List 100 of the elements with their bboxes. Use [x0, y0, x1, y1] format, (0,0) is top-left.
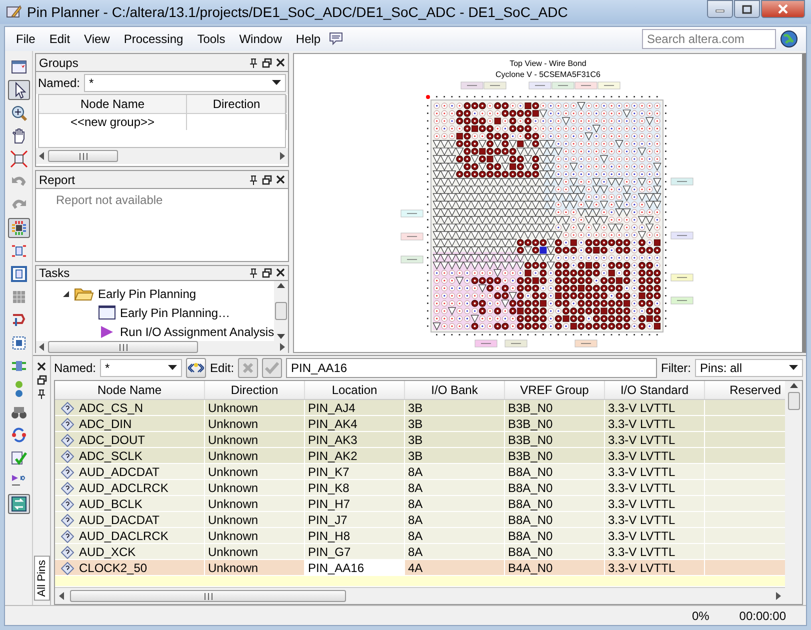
table-row[interactable]: ADC_DOUT Unknown PIN_AK3 3B B3B_N0 3.3-V LVTTL	[55, 432, 785, 448]
expander-icon[interactable]	[62, 290, 70, 298]
pin-icon	[61, 482, 74, 494]
up-arrow-icon[interactable]	[277, 283, 286, 288]
column-header[interactable]: Direction	[205, 381, 305, 399]
scrollbar[interactable]	[55, 587, 785, 604]
checkmark-icon	[10, 449, 28, 467]
menu-item[interactable]: Tools	[190, 30, 232, 48]
tool-button[interactable]	[8, 494, 30, 514]
search-field[interactable]: Search altera.com	[642, 29, 776, 49]
task-item[interactable]: Early Pin Planning…	[120, 306, 230, 320]
close-button[interactable]	[761, 0, 805, 18]
down-arrow-icon[interactable]	[277, 334, 286, 339]
named-dropdown[interactable]: *	[100, 359, 182, 377]
dots-icon	[14, 380, 22, 398]
table-row[interactable]: CLOCK2_50 Unknown PIN_AA16 4A B4A_N0 3.3-V LVTTL	[55, 560, 785, 576]
close-icon[interactable]	[276, 174, 285, 184]
task-item[interactable]: Run I/O Assignment Analysis	[120, 324, 274, 338]
task-item[interactable]: Early Pin Planning	[98, 286, 196, 300]
scrollbar[interactable]	[274, 281, 288, 341]
dropdown-value: *	[89, 76, 94, 90]
grip-icon	[204, 592, 212, 600]
filter-dropdown[interactable]: Pins: all	[695, 359, 803, 377]
dropdown-value: Pins: all	[700, 361, 742, 375]
scrollbar[interactable]	[36, 341, 288, 353]
panel-tab[interactable]: All Pins	[34, 556, 50, 601]
pin-icon[interactable]	[249, 174, 258, 184]
float-icon[interactable]	[262, 58, 272, 68]
edit-field[interactable]: PIN_AA16	[286, 358, 657, 378]
app-icon	[6, 4, 22, 20]
table-row[interactable]: AUD_ADCDAT Unknown PIN_K7 8A B8A_N0 3.3-V LVTTL	[55, 464, 785, 480]
menu-item[interactable]: View	[77, 30, 117, 48]
scroll-thumb[interactable]	[788, 392, 800, 410]
right-arrow-icon[interactable]	[280, 152, 285, 160]
column-header[interactable]: Direction	[187, 95, 287, 113]
table-row[interactable]: AUD_DACDAT Unknown PIN_J7 8A B8A_N0 3.3-V LVTTL	[55, 512, 785, 528]
pin-icon	[61, 402, 74, 414]
table-cell: CLOCK2_50	[79, 561, 148, 575]
left-arrow-icon[interactable]	[59, 592, 64, 600]
pin-grid-icon	[10, 219, 28, 237]
package-view[interactable]: Top View - Wire Bond Cyclone V - 5CSEMA5F31C6	[293, 53, 806, 353]
close-icon[interactable]	[276, 58, 285, 66]
float-icon[interactable]	[262, 174, 272, 184]
pin-icon	[61, 498, 74, 510]
close-icon	[778, 4, 788, 14]
table-row[interactable]: ADC_SCLK Unknown PIN_AK2 3B B3B_N0 3.3-V LVTTL	[55, 448, 785, 464]
table-row[interactable]: ADC_DIN Unknown PIN_AK4 3B B3B_N0 3.3-V LVTTL	[55, 416, 785, 432]
table-row[interactable]: AUD_ADCLRCK Unknown PIN_K8 8A B8A_N0 3.3-V LVTTL	[55, 480, 785, 496]
assign-button[interactable]	[186, 358, 206, 378]
table-cell: <<new group>>	[39, 114, 187, 130]
pin-icon[interactable]	[249, 58, 258, 68]
table-cell: ADC_DOUT	[79, 433, 146, 447]
column-header[interactable]: Node Name	[55, 381, 205, 399]
menu-item[interactable]: Processing	[116, 30, 190, 48]
pin-icon[interactable]	[249, 268, 258, 278]
scroll-thumb[interactable]	[275, 302, 288, 320]
up-arrow-icon[interactable]	[790, 383, 798, 388]
table-row[interactable]: AUD_DACLRCK Unknown PIN_H8 8A B8A_N0 3.3-V LVTTL	[55, 528, 785, 544]
fit-icon	[10, 150, 28, 168]
column-header[interactable]: I/O Standard	[605, 381, 705, 399]
table-row[interactable]: AUD_XCK Unknown PIN_G7 8A B8A_N0 3.3-V LVTTL	[55, 544, 785, 560]
chat-icon[interactable]	[328, 32, 344, 46]
right-arrow-icon[interactable]	[776, 592, 781, 600]
globe-icon[interactable]	[780, 30, 798, 48]
pin-icon	[61, 466, 74, 478]
pin-icon[interactable]	[37, 389, 46, 399]
scrollbar[interactable]	[36, 148, 288, 164]
cross-icon	[242, 362, 254, 374]
right-arrow-icon[interactable]	[280, 343, 285, 351]
menu-item[interactable]: File	[9, 30, 42, 48]
pin-icon	[61, 450, 74, 462]
field-label: Named:	[38, 76, 80, 90]
column-header[interactable]: I/O Bank	[405, 381, 505, 399]
column-header[interactable]: Node Name	[39, 95, 187, 113]
maximize-icon	[742, 4, 752, 14]
column-header[interactable]: VREF Group	[505, 381, 605, 399]
elapsed-time: 00:00:00	[739, 608, 786, 622]
close-icon[interactable]	[37, 362, 46, 371]
float-icon[interactable]	[262, 268, 272, 278]
menu-item[interactable]: Help	[288, 30, 328, 48]
table-row[interactable]: ADC_CS_N Unknown PIN_AJ4 3B B3B_N0 3.3-V LVTTL	[55, 400, 785, 416]
window-icon	[98, 304, 116, 321]
tool-button[interactable]	[8, 218, 30, 238]
left-arrow-icon[interactable]	[39, 343, 44, 351]
tool-button[interactable]	[8, 149, 30, 169]
tool-button[interactable]	[8, 80, 30, 100]
zoom-icon	[10, 104, 28, 122]
left-arrow-icon[interactable]	[39, 152, 44, 160]
column-header[interactable]: Location	[305, 381, 405, 399]
menu-item[interactable]: Edit	[42, 30, 78, 48]
pin-icon	[61, 514, 74, 526]
menu-item[interactable]: Window	[232, 30, 289, 48]
window-title: Pin Planner - C:/altera/13.1/projects/DE1_SoC_ADC/DE1_SoC_ADC - DE1_SoC_ADC	[27, 4, 569, 20]
float-icon[interactable]	[36, 375, 46, 385]
maximize-button[interactable]	[734, 0, 760, 18]
named-dropdown[interactable]: *	[84, 74, 286, 92]
table-cell: ADC_CS_N	[79, 401, 144, 415]
hand-icon	[10, 127, 28, 145]
table-row[interactable]: AUD_BCLK Unknown PIN_H7 8A B8A_N0 3.3-V LVTTL	[55, 496, 785, 512]
close-icon[interactable]	[276, 268, 285, 277]
